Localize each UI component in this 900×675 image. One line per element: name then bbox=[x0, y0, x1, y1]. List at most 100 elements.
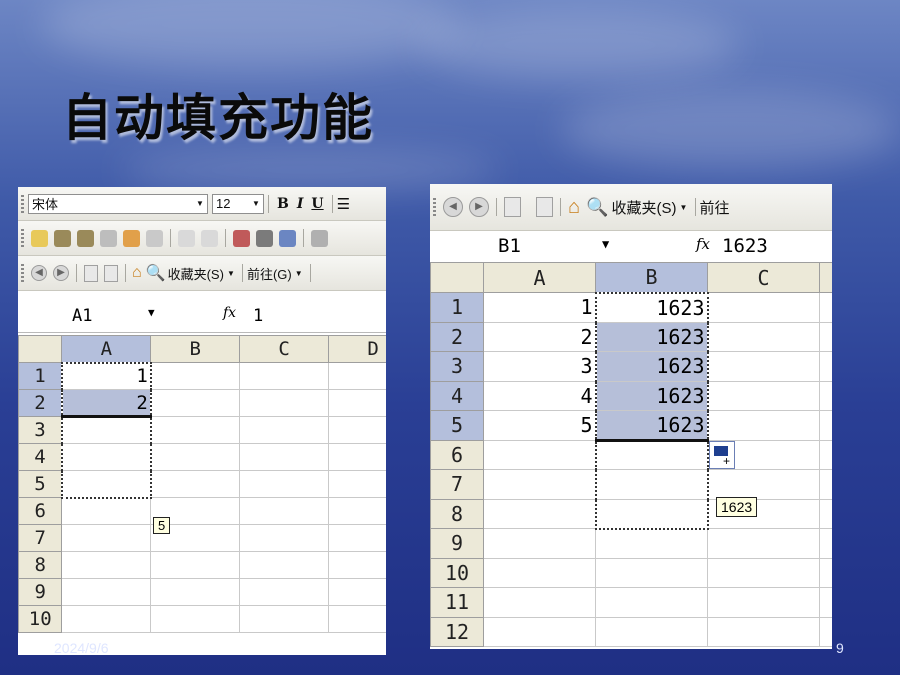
row-header[interactable]: 6 bbox=[430, 439, 484, 470]
cell[interactable] bbox=[819, 587, 832, 618]
cell[interactable] bbox=[61, 605, 152, 633]
reply-icon[interactable] bbox=[311, 229, 328, 247]
row-header[interactable]: 7 bbox=[430, 469, 484, 500]
database-icon[interactable] bbox=[279, 229, 296, 247]
cell[interactable] bbox=[707, 380, 820, 411]
refresh-icon[interactable] bbox=[536, 197, 553, 217]
row-header[interactable]: 5 bbox=[18, 470, 63, 498]
cell-b1[interactable]: 1623 bbox=[594, 291, 709, 323]
cell[interactable] bbox=[595, 587, 708, 618]
cell[interactable] bbox=[60, 416, 152, 444]
column-header-d[interactable]: D bbox=[328, 335, 386, 363]
cell[interactable] bbox=[328, 551, 386, 579]
row-header[interactable]: 3 bbox=[18, 416, 63, 444]
cell[interactable] bbox=[61, 551, 152, 579]
open-icon[interactable] bbox=[77, 229, 94, 247]
chart-icon[interactable] bbox=[256, 229, 273, 247]
font-name-select[interactable]: 宋体 ▼ bbox=[28, 193, 208, 214]
align-left-icon[interactable]: ☰ bbox=[337, 195, 350, 213]
cell[interactable] bbox=[819, 528, 832, 559]
column-header[interactable] bbox=[819, 262, 832, 293]
row-header[interactable]: 4 bbox=[18, 443, 63, 471]
cell[interactable] bbox=[819, 469, 832, 500]
cell[interactable] bbox=[819, 439, 832, 470]
toolbar-grip[interactable] bbox=[21, 229, 24, 247]
cell-b[interactable]: 1623 bbox=[594, 410, 709, 442]
chevron-down-icon[interactable]: ▼ bbox=[249, 195, 263, 213]
column-header-c[interactable]: C bbox=[239, 335, 330, 363]
copy-icon[interactable] bbox=[123, 229, 140, 247]
chevron-down-icon[interactable]: ▼ bbox=[602, 237, 609, 251]
go-menu[interactable]: 前往 bbox=[700, 197, 730, 218]
cell[interactable] bbox=[239, 524, 330, 552]
row-header[interactable]: 12 bbox=[430, 616, 484, 647]
underline-button[interactable]: U bbox=[311, 196, 323, 212]
go-menu[interactable]: 前往(G) bbox=[247, 264, 292, 283]
formula-input[interactable]: 1623 bbox=[722, 235, 768, 257]
cell[interactable] bbox=[707, 410, 820, 441]
cell[interactable] bbox=[239, 551, 330, 579]
favorites-menu[interactable]: 收藏夹(S) bbox=[168, 264, 224, 283]
row-header[interactable]: 8 bbox=[430, 498, 484, 529]
chevron-down-icon[interactable]: ▼ bbox=[193, 195, 207, 213]
formula-input[interactable]: 1 bbox=[253, 306, 263, 326]
cell[interactable] bbox=[239, 578, 330, 606]
auto-fill-options-button[interactable]: + bbox=[709, 441, 735, 469]
edit-icon[interactable] bbox=[233, 229, 250, 247]
cell[interactable] bbox=[150, 389, 241, 417]
cell[interactable] bbox=[595, 557, 708, 588]
cell-a[interactable]: 5 bbox=[483, 410, 596, 441]
redo-icon[interactable] bbox=[201, 229, 218, 247]
bold-button[interactable]: B bbox=[277, 196, 289, 212]
cell[interactable] bbox=[594, 439, 709, 470]
chevron-down-icon[interactable]: ▼ bbox=[677, 198, 691, 216]
row-header[interactable]: 5 bbox=[430, 410, 484, 441]
refresh-icon[interactable] bbox=[104, 264, 118, 282]
cell[interactable] bbox=[483, 587, 596, 618]
cell[interactable] bbox=[328, 443, 386, 471]
cell[interactable] bbox=[328, 497, 386, 525]
cell[interactable] bbox=[707, 351, 820, 382]
row-header[interactable]: 10 bbox=[18, 605, 63, 633]
cell[interactable] bbox=[483, 616, 596, 647]
cell[interactable] bbox=[328, 524, 386, 552]
cell[interactable] bbox=[150, 605, 241, 633]
cell[interactable] bbox=[150, 362, 241, 390]
cell[interactable] bbox=[483, 557, 596, 588]
cell-a[interactable]: 1 bbox=[483, 292, 596, 323]
name-box[interactable]: A1 bbox=[72, 306, 92, 326]
cell[interactable] bbox=[819, 351, 832, 382]
cell[interactable] bbox=[707, 528, 820, 559]
row-header[interactable]: 7 bbox=[18, 524, 63, 552]
chevron-down-icon[interactable]: ▼ bbox=[292, 264, 306, 282]
home-icon[interactable]: ⌂ bbox=[132, 264, 142, 282]
cell-a[interactable]: 3 bbox=[483, 351, 596, 382]
cell[interactable] bbox=[60, 470, 152, 499]
cell[interactable] bbox=[239, 605, 330, 633]
cell[interactable] bbox=[150, 470, 241, 498]
column-header-b[interactable]: B bbox=[150, 335, 241, 363]
cell[interactable] bbox=[239, 470, 330, 498]
cell[interactable] bbox=[61, 524, 152, 552]
cell[interactable] bbox=[328, 362, 386, 390]
cell-a[interactable]: 4 bbox=[483, 380, 596, 411]
cell-b[interactable]: 1623 bbox=[594, 321, 709, 352]
cell-a1[interactable]: 1 bbox=[60, 361, 152, 390]
row-header[interactable]: 1 bbox=[18, 362, 63, 390]
cell[interactable] bbox=[328, 416, 386, 444]
row-header[interactable]: 2 bbox=[430, 321, 484, 352]
cell[interactable] bbox=[61, 497, 152, 525]
cell[interactable] bbox=[819, 616, 832, 647]
cell[interactable] bbox=[60, 443, 152, 471]
back-icon[interactable]: ◀ bbox=[443, 197, 463, 217]
stop-icon[interactable] bbox=[504, 197, 521, 217]
chevron-down-icon[interactable]: ▼ bbox=[148, 306, 155, 319]
search-icon[interactable]: 🔍 bbox=[146, 263, 166, 283]
row-header[interactable]: 11 bbox=[430, 587, 484, 618]
favorites-menu[interactable]: 收藏夹(S) bbox=[612, 197, 677, 218]
cell[interactable] bbox=[707, 292, 820, 323]
cell[interactable] bbox=[150, 443, 241, 471]
cell[interactable] bbox=[707, 587, 820, 618]
cell[interactable] bbox=[819, 498, 832, 529]
italic-button[interactable]: I bbox=[297, 196, 304, 212]
